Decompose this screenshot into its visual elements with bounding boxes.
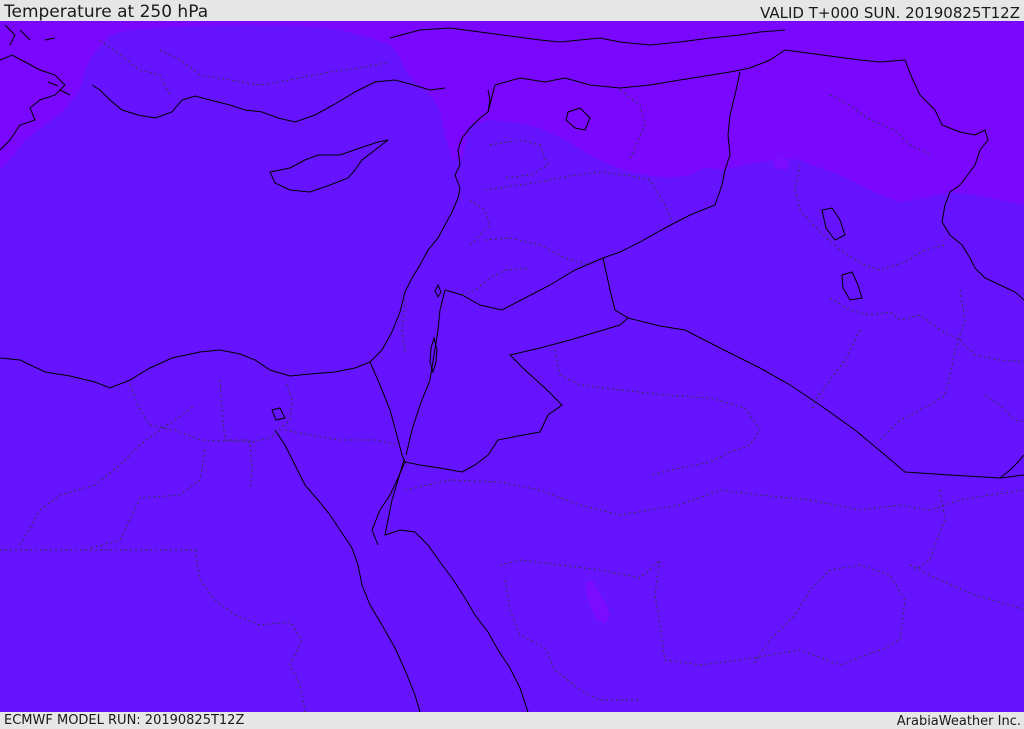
map-header: Temperature at 250 hPa VALID T+000 SUN. … <box>0 0 1024 21</box>
model-run-label: ECMWF MODEL RUN: 20190825T12Z <box>4 713 245 728</box>
temperature-map <box>0 21 1024 712</box>
valid-time: VALID T+000 SUN. 20190825T12Z <box>760 4 1020 22</box>
map-title: Temperature at 250 hPa <box>4 2 209 22</box>
map-footer: ECMWF MODEL RUN: 20190825T12Z ArabiaWeat… <box>0 712 1024 729</box>
credit-label: ArabiaWeather Inc. <box>896 714 1021 729</box>
weather-map-frame: Temperature at 250 hPa VALID T+000 SUN. … <box>0 0 1024 729</box>
